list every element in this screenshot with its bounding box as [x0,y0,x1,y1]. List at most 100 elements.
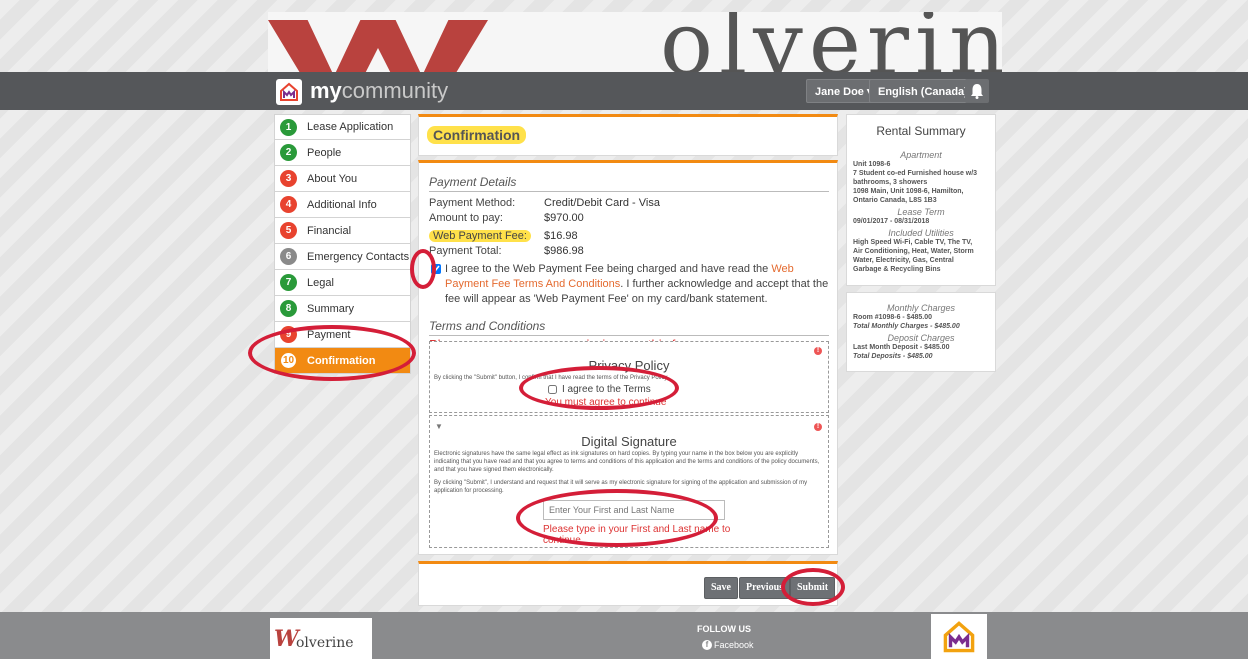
step-number-badge: 10 [280,352,297,369]
lease-heading: Lease Term [897,207,945,217]
terms-agree-checkbox[interactable] [548,385,557,394]
confirmation-form-panel: Payment Details Payment Method: Credit/De… [418,160,838,555]
total-value: $986.98 [544,245,584,257]
amount-value: $970.00 [544,212,584,224]
step-number-badge: 8 [280,300,297,317]
fee-label: Web Payment Fee: [429,230,531,242]
signature-text-1: Electronic signatures have the same lega… [434,451,820,473]
step-label: Confirmation [307,354,376,367]
terms-title: Terms and Conditions [429,319,829,336]
deposit-heading: Deposit Charges [887,333,955,343]
fee-agreement: I agree to the Web Payment Fee being cha… [429,262,829,307]
sidebar-step-about-you[interactable]: 3 About You [274,166,411,192]
brand-bold: my [310,78,342,103]
step-label: Summary [307,302,355,315]
fee-agree-checkbox[interactable] [431,264,441,274]
footer-logo-text: olverine [296,635,354,651]
summary-line: bathrooms, 3 showers [853,179,928,186]
hero-brand-text: olverine [660,12,1002,72]
rental-summary-title: Rental Summary [876,124,966,138]
page-title-text: Confirmation [427,126,527,144]
notifications-button[interactable] [965,79,989,103]
terms-agree-error: You must agree to continue [545,397,667,408]
collapse-arrow-icon[interactable]: ▼ [435,422,443,431]
terms-agree-label: I agree to the Terms [562,384,651,395]
apartment-details: Unit 1098-6 7 Student co-ed Furnished hou… [853,160,989,205]
total-label: Payment Total: [429,245,502,257]
summary-line: Water, Electricity, Gas, Central [853,257,954,264]
summary-line: 1098 Main, Unit 1098-6, Hamilton, [853,188,964,195]
step-number-badge: 1 [280,118,297,136]
step-number-badge: 4 [280,196,297,213]
step-label: About You [307,172,358,185]
summary-line: Ontario Canada, L8S 1B3 [853,197,937,204]
amount-label: Amount to pay: [429,212,503,224]
summary-line: 7 Student co-ed Furnished house w/3 [853,170,978,177]
rental-summary-panel: Rental Summary Apartment Unit 1098-6 7 St… [846,114,996,286]
privacy-heading: Privacy Policy [588,358,670,373]
error-icon: ! [814,423,822,431]
sidebar-step-additional-info[interactable]: 4 Additional Info [274,192,411,218]
error-icon: ! [814,347,822,355]
mycommunity-logo-icon[interactable] [276,79,302,105]
top-nav-bar [0,72,1248,110]
full-name-error: Please type in your First and Last name … [543,524,731,546]
previous-button[interactable]: Previous [739,577,791,599]
brand-name[interactable]: mycommunity [310,78,448,104]
sidebar-step-financial[interactable]: 5 Financial [274,218,411,244]
step-label: People [307,146,342,159]
utilities-heading: Included Utilities [888,228,954,238]
sidebar-step-confirmation[interactable]: 10 Confirmation [274,348,411,374]
privacy-policy-box: ! Privacy Policy By clicking the "Submit… [429,341,829,413]
step-number-badge: 7 [280,274,297,291]
step-number-badge: 2 [280,144,297,161]
submit-button[interactable]: Submit [790,577,836,599]
step-label: Legal [307,276,334,289]
summary-line: Air Conditioning, Heat, Water, Storm [853,248,974,255]
summary-line: Unit 1098-6 [853,161,891,168]
save-button[interactable]: Save [704,577,738,599]
follow-us-label: FOLLOW US [697,624,751,634]
sidebar-step-payment[interactable]: 9 Payment [274,322,411,348]
deposit-line: Last Month Deposit - $485.00 [853,344,950,351]
application-steps-sidebar: 1 Lease Application 2 People 3 About You 4 Addi… [274,114,411,374]
hero-banner: olverine [268,12,1002,72]
charges-panel: Monthly Charges Room #1098-6 - $485.00 T… [846,292,996,372]
facebook-link[interactable]: f Facebook [702,640,754,650]
footer-mycommunity-logo-icon[interactable] [931,614,987,659]
step-number-badge: 5 [280,222,297,239]
sidebar-step-people[interactable]: 2 People [274,140,411,166]
step-label: Financial [307,224,352,237]
full-name-input[interactable] [543,500,725,520]
digital-signature-box: ▼ ! Digital Signature Electronic signatu… [429,415,829,548]
page-title: Confirmation [427,126,527,144]
sidebar-step-legal[interactable]: 7 Legal [274,270,411,296]
total-row: Payment Total: $986.98 [429,244,829,259]
signature-text-2: By clicking "Submit", I understand and r… [434,480,808,494]
summary-line: Garbage & Recycling Bins [853,266,941,273]
footer-logo[interactable]: W olverine [270,618,372,659]
confirmation-header-panel: Confirmation [418,114,838,156]
step-number-badge: 9 [280,326,297,343]
payment-method-label: Payment Method: [429,197,516,209]
privacy-text: By clicking the "Submit" button, I confi… [434,375,668,381]
footer-logo-w: W [274,626,299,652]
sidebar-step-emergency-contacts[interactable]: 6 Emergency Contacts [274,244,411,270]
fee-agree-text: I agree to the Web Payment Fee being cha… [445,262,829,307]
sidebar-step-lease-application[interactable]: 1 Lease Application [274,114,411,140]
step-label: Additional Info [307,198,377,211]
payment-details-title: Payment Details [429,175,829,192]
monthly-heading: Monthly Charges [886,303,956,313]
step-label: Lease Application [307,121,394,133]
bell-icon [971,84,983,99]
step-label: Payment [307,328,351,341]
signature-heading: Digital Signature [581,434,677,449]
actions-panel: Save Previous Submit [418,561,838,606]
sidebar-step-summary[interactable]: 8 Summary [274,296,411,322]
step-label: Emergency Contacts [307,250,410,263]
payment-method-row: Payment Method: Credit/Debit Card - Visa [429,196,829,211]
apartment-heading: Apartment [900,150,942,160]
monthly-line: Room #1098-6 - $485.00 [853,314,932,321]
payment-method-value: Credit/Debit Card - Visa [544,197,660,209]
lease-value: 09/01/2017 - 08/31/2018 [853,218,930,225]
